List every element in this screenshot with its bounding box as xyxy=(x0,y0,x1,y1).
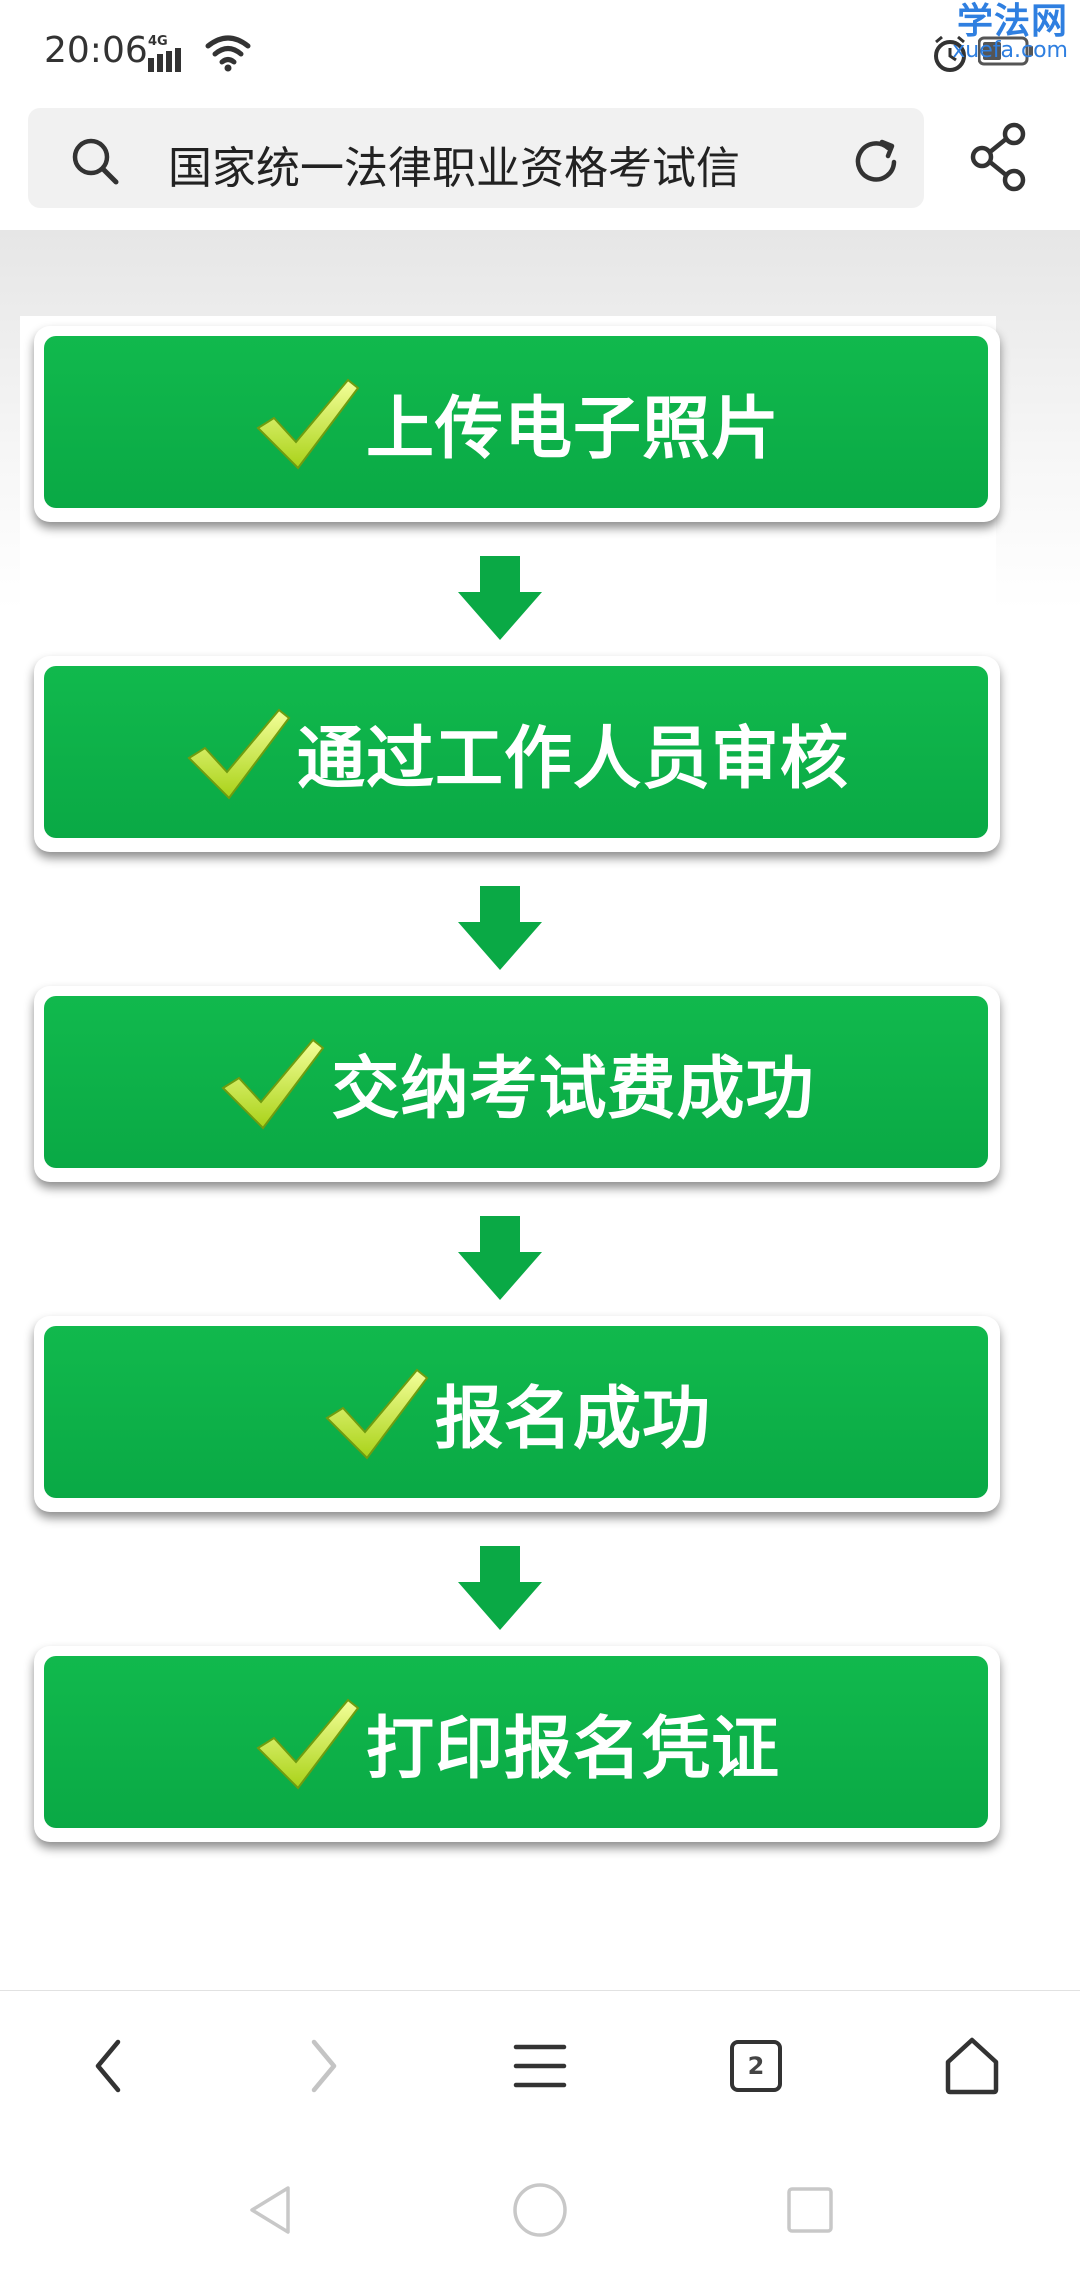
address-bar[interactable]: 国家统一法律职业资格考试信 xyxy=(28,108,924,208)
system-nav-bar xyxy=(0,2140,1080,2280)
flow-step-label: 打印报名凭证 xyxy=(365,1709,780,1789)
address-bar-text[interactable]: 国家统一法律职业资格考试信 xyxy=(168,132,828,196)
checkmark-icon xyxy=(187,708,291,800)
flow-step-print-certificate: 打印报名凭证 xyxy=(34,1646,1000,1842)
menu-icon xyxy=(513,2044,567,2088)
down-arrow-icon xyxy=(458,556,542,640)
back-button[interactable] xyxy=(0,1991,216,2141)
flow-step-body: 打印报名凭证 xyxy=(44,1656,988,1828)
system-recents-button[interactable] xyxy=(760,2160,860,2260)
home-button[interactable] xyxy=(864,1991,1080,2141)
checkmark-icon xyxy=(256,1698,360,1790)
flow-step-label: 通过工作人员审核 xyxy=(296,719,849,799)
menu-button[interactable] xyxy=(432,1991,648,2141)
circle-home-icon xyxy=(513,2183,567,2237)
network-type-label: 4G xyxy=(148,34,168,49)
checkmark-icon xyxy=(325,1368,429,1460)
tab-count: 2 xyxy=(747,2052,765,2080)
flow-step-upload-photo: 上传电子照片 xyxy=(34,326,1000,522)
down-arrow-icon xyxy=(458,1546,542,1630)
status-bar: 20:06 4G 学法网 xuefa.com xyxy=(0,0,1080,100)
refresh-icon[interactable] xyxy=(850,136,902,188)
flow-step-registration-success: 报名成功 xyxy=(34,1316,1000,1512)
signal-icon xyxy=(148,48,181,72)
home-icon xyxy=(945,2037,999,2095)
flow-step-label: 报名成功 xyxy=(434,1379,711,1459)
flow-step-label: 交纳考试费成功 xyxy=(331,1049,815,1129)
status-time: 20:06 xyxy=(44,30,148,71)
browser-toolbar: 2 xyxy=(0,1990,1080,2141)
flow-step-body: 通过工作人员审核 xyxy=(44,666,988,838)
wifi-icon xyxy=(205,35,251,72)
page-content: 上传电子照片 通过工作人员审核 交纳考试费成功 报名成功 打印报名凭证 xyxy=(0,230,1080,1990)
chevron-right-icon xyxy=(311,2039,337,2093)
chevron-left-icon xyxy=(95,2039,121,2093)
tabs-counter: 2 xyxy=(729,2039,783,2093)
flow-step-staff-review: 通过工作人员审核 xyxy=(34,656,1000,852)
tabs-button[interactable]: 2 xyxy=(648,1991,864,2141)
flow-step-body: 报名成功 xyxy=(44,1326,988,1498)
search-icon[interactable] xyxy=(70,136,120,186)
watermark-domain: xuefa.com xyxy=(952,38,1068,63)
registration-flowchart: 上传电子照片 通过工作人员审核 交纳考试费成功 报名成功 打印报名凭证 xyxy=(20,316,1000,1936)
forward-button[interactable] xyxy=(216,1991,432,2141)
checkmark-icon xyxy=(221,1038,325,1130)
square-recents-icon xyxy=(787,2187,833,2233)
system-back-button[interactable] xyxy=(220,2160,320,2260)
triangle-back-icon xyxy=(250,2186,290,2234)
flow-step-label: 上传电子照片 xyxy=(365,389,780,469)
share-icon[interactable] xyxy=(968,122,1030,192)
checkmark-icon xyxy=(256,378,360,470)
down-arrow-icon xyxy=(458,1216,542,1300)
flow-step-body: 上传电子照片 xyxy=(44,336,988,508)
site-watermark: 学法网 xuefa.com xyxy=(952,4,1068,62)
watermark-title: 学法网 xyxy=(956,1,1068,42)
system-home-button[interactable] xyxy=(490,2160,590,2260)
flow-step-pay-fee: 交纳考试费成功 xyxy=(34,986,1000,1182)
down-arrow-icon xyxy=(458,886,542,970)
flow-step-body: 交纳考试费成功 xyxy=(44,996,988,1168)
